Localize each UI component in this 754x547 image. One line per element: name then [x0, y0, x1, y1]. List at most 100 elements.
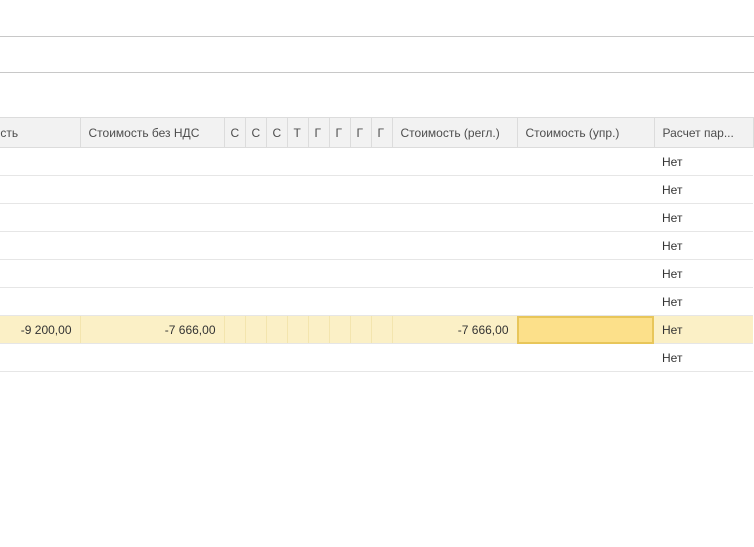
cell-narrow[interactable] [329, 231, 350, 260]
table-row[interactable]: Нет [0, 287, 753, 316]
cell-raschet[interactable]: Нет [654, 203, 753, 232]
cell-narrow[interactable] [287, 231, 308, 260]
column-header-stoimost[interactable]: Стоимость [0, 117, 81, 148]
cell-narrow[interactable] [371, 315, 393, 344]
table-row[interactable]: Нет [0, 175, 753, 204]
table-row-selected[interactable]: -9 200,00 -7 666,00 -7 666,00 Нет [0, 315, 753, 344]
cell-stoimost-upr[interactable] [517, 231, 654, 260]
cell-narrow[interactable] [287, 203, 308, 232]
cell-narrow[interactable] [266, 315, 288, 344]
cell-narrow[interactable] [371, 147, 392, 176]
table-row[interactable]: Нет [0, 231, 753, 260]
cell-narrow[interactable] [350, 343, 371, 372]
cell-stoimost-bez-nds[interactable] [80, 175, 224, 204]
cell-narrow[interactable] [329, 147, 350, 176]
cell-narrow[interactable] [245, 259, 266, 288]
cell-narrow[interactable] [350, 175, 371, 204]
cell-narrow[interactable] [308, 315, 330, 344]
cell-raschet[interactable]: Нет [654, 147, 753, 176]
cell-stoimost-regl[interactable] [392, 147, 517, 176]
cell-narrow[interactable] [308, 287, 329, 316]
cell-narrow[interactable] [224, 175, 245, 204]
column-header-narrow-7[interactable]: Г [350, 117, 372, 148]
cell-narrow[interactable] [224, 315, 246, 344]
cell-stoimost-regl[interactable] [392, 259, 517, 288]
cell-narrow[interactable] [224, 259, 245, 288]
cell-narrow[interactable] [245, 203, 266, 232]
cell-narrow[interactable] [308, 203, 329, 232]
cell-narrow[interactable] [329, 315, 351, 344]
cell-raschet[interactable]: Нет [654, 175, 753, 204]
cell-narrow[interactable] [266, 231, 287, 260]
cell-narrow[interactable] [308, 147, 329, 176]
cell-stoimost-bez-nds[interactable] [80, 231, 224, 260]
cell-narrow[interactable] [245, 231, 266, 260]
cell-narrow[interactable] [350, 259, 371, 288]
cell-stoimost-bez-nds[interactable] [80, 203, 224, 232]
cell-stoimost[interactable] [0, 147, 80, 176]
cell-narrow[interactable] [308, 231, 329, 260]
cell-narrow[interactable] [350, 315, 372, 344]
table-row[interactable]: Нет [0, 147, 753, 176]
cell-narrow[interactable] [371, 203, 392, 232]
column-header-narrow-4[interactable]: Т [287, 117, 309, 148]
cell-stoimost[interactable] [0, 231, 80, 260]
cell-narrow[interactable] [287, 175, 308, 204]
cell-narrow[interactable] [224, 231, 245, 260]
column-header-narrow-5[interactable]: Г [308, 117, 330, 148]
column-header-raschet[interactable]: Расчет пар... [654, 117, 754, 148]
cell-stoimost-bez-nds[interactable] [80, 147, 224, 176]
cell-narrow[interactable] [266, 175, 287, 204]
cell-stoimost-regl[interactable] [392, 203, 517, 232]
cell-narrow[interactable] [308, 259, 329, 288]
cell-narrow[interactable] [266, 343, 287, 372]
cell-narrow[interactable] [308, 343, 329, 372]
cell-stoimost-regl[interactable] [392, 343, 517, 372]
cell-narrow[interactable] [245, 287, 266, 316]
column-header-stoimost-bez-nds[interactable]: Стоимость без НДС [80, 117, 225, 148]
cell-stoimost-regl[interactable] [392, 287, 517, 316]
cell-narrow[interactable] [245, 315, 267, 344]
cell-stoimost-regl[interactable]: -7 666,00 [392, 315, 518, 344]
column-header-narrow-8[interactable]: Г [371, 117, 393, 148]
cell-narrow[interactable] [371, 259, 392, 288]
cell-narrow[interactable] [329, 287, 350, 316]
cell-narrow[interactable] [287, 147, 308, 176]
cell-narrow[interactable] [371, 287, 392, 316]
cell-narrow[interactable] [224, 343, 245, 372]
cell-raschet[interactable]: Нет [654, 231, 753, 260]
cell-stoimost-upr[interactable] [517, 343, 654, 372]
cell-stoimost-upr[interactable] [517, 175, 654, 204]
cell-raschet[interactable]: Нет [654, 315, 753, 344]
cell-stoimost-bez-nds[interactable] [80, 343, 224, 372]
cell-narrow[interactable] [371, 231, 392, 260]
cell-stoimost-upr[interactable] [517, 287, 654, 316]
cell-narrow[interactable] [287, 287, 308, 316]
cell-narrow[interactable] [266, 203, 287, 232]
cell-stoimost[interactable] [0, 287, 80, 316]
cell-stoimost-upr[interactable] [517, 147, 654, 176]
cell-narrow[interactable] [287, 315, 309, 344]
cell-narrow[interactable] [266, 147, 287, 176]
cell-stoimost-bez-nds[interactable] [80, 259, 224, 288]
cell-narrow[interactable] [245, 175, 266, 204]
cell-stoimost[interactable]: -9 200,00 [0, 315, 81, 344]
cell-narrow[interactable] [371, 343, 392, 372]
cell-narrow[interactable] [224, 147, 245, 176]
cell-raschet[interactable]: Нет [654, 343, 753, 372]
cell-stoimost-bez-nds[interactable]: -7 666,00 [80, 315, 225, 344]
column-header-stoimost-regl[interactable]: Стоимость (регл.) [392, 117, 518, 148]
cell-narrow[interactable] [266, 259, 287, 288]
cell-stoimost[interactable] [0, 259, 80, 288]
cell-narrow[interactable] [329, 175, 350, 204]
column-header-stoimost-upr[interactable]: Стоимость (упр.) [517, 117, 655, 148]
cell-stoimost[interactable] [0, 343, 80, 372]
cell-narrow[interactable] [308, 175, 329, 204]
cell-stoimost-regl[interactable] [392, 175, 517, 204]
cell-narrow[interactable] [350, 287, 371, 316]
cell-raschet[interactable]: Нет [654, 259, 753, 288]
cell-stoimost-regl[interactable] [392, 231, 517, 260]
cell-narrow[interactable] [224, 203, 245, 232]
cell-narrow[interactable] [224, 287, 245, 316]
cell-narrow[interactable] [329, 259, 350, 288]
